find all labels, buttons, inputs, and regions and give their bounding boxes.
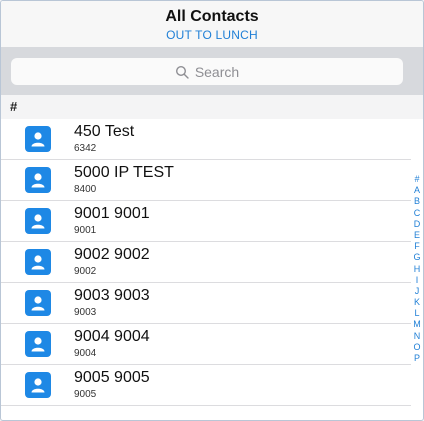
index-letter[interactable]: B bbox=[411, 196, 423, 207]
index-letter[interactable]: D bbox=[411, 219, 423, 230]
index-letter[interactable]: L bbox=[411, 308, 423, 319]
contact-name: 9002 9002 bbox=[74, 246, 150, 263]
index-letter[interactable]: N bbox=[411, 331, 423, 342]
contact-name: 9004 9004 bbox=[74, 328, 150, 345]
contact-row[interactable]: 9001 9001 9001 bbox=[1, 201, 411, 242]
contact-name: 9001 9001 bbox=[74, 205, 150, 222]
contact-name: 9003 9003 bbox=[74, 287, 150, 304]
search-icon bbox=[175, 65, 189, 79]
contact-number: 9005 bbox=[74, 389, 97, 400]
contact-number: 9001 bbox=[74, 225, 97, 236]
index-letter[interactable]: J bbox=[411, 286, 423, 297]
contact-number: 9004 bbox=[74, 348, 97, 359]
contact-name: 5000 IP TEST bbox=[74, 164, 174, 181]
person-icon bbox=[25, 126, 51, 152]
contact-name: 9005 9005 bbox=[74, 369, 150, 386]
contact-number: 9002 bbox=[74, 266, 97, 277]
page-title: All Contacts bbox=[165, 8, 259, 25]
index-letter[interactable]: K bbox=[411, 297, 423, 308]
index-letter[interactable]: I bbox=[411, 275, 423, 286]
index-letter[interactable]: P bbox=[411, 353, 423, 364]
contact-row[interactable]: 9005 9005 9005 bbox=[1, 365, 411, 406]
contact-number: 9003 bbox=[74, 307, 97, 318]
contact-number: 8400 bbox=[74, 184, 97, 195]
contacts-window: All Contacts OUT TO LUNCH Search # 450 T… bbox=[0, 0, 424, 421]
search-bar: Search bbox=[1, 47, 423, 95]
section-letter: # bbox=[10, 99, 18, 114]
index-letter[interactable]: G bbox=[411, 252, 423, 263]
index-letter[interactable]: C bbox=[411, 208, 423, 219]
index-letter[interactable]: # bbox=[411, 174, 423, 185]
person-icon bbox=[25, 208, 51, 234]
index-letter[interactable]: F bbox=[411, 241, 423, 252]
contact-row[interactable]: 450 Test 6342 bbox=[1, 119, 411, 160]
index-letter[interactable]: E bbox=[411, 230, 423, 241]
person-icon bbox=[25, 331, 51, 357]
person-icon bbox=[25, 249, 51, 275]
contact-row[interactable]: 9004 9004 9004 bbox=[1, 324, 411, 365]
person-icon bbox=[25, 167, 51, 193]
person-icon bbox=[25, 372, 51, 398]
nav-header: All Contacts OUT TO LUNCH bbox=[1, 1, 423, 47]
contact-number: 6342 bbox=[74, 143, 97, 154]
index-letter[interactable]: H bbox=[411, 264, 423, 275]
index-letter[interactable]: O bbox=[411, 342, 423, 353]
alphabet-index: # A B C D E F G H I J K L M N O P bbox=[411, 174, 423, 364]
contact-name: 450 Test bbox=[74, 123, 135, 140]
presence-status[interactable]: OUT TO LUNCH bbox=[1, 28, 423, 42]
search-input[interactable]: Search bbox=[11, 58, 403, 85]
person-icon bbox=[25, 290, 51, 316]
index-letter[interactable]: A bbox=[411, 185, 423, 196]
contact-row[interactable]: 5000 IP TEST 8400 bbox=[1, 160, 411, 201]
contact-row[interactable]: 9003 9003 9003 bbox=[1, 283, 411, 324]
section-header: # bbox=[1, 95, 423, 119]
contact-list: 450 Test 6342 5000 IP TEST 8400 9001 900… bbox=[1, 119, 411, 406]
search-placeholder: Search bbox=[194, 63, 240, 80]
index-letter[interactable]: M bbox=[411, 319, 423, 330]
contact-row[interactable]: 9002 9002 9002 bbox=[1, 242, 411, 283]
